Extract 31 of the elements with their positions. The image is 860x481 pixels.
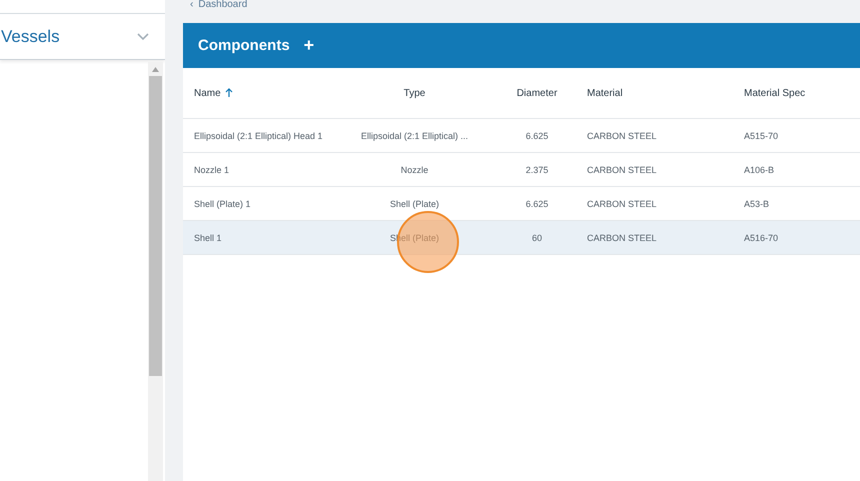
table-cell: Nozzle 1 bbox=[194, 164, 230, 174]
table-cell: CARBON STEEL bbox=[587, 232, 657, 242]
table-cell: 2.375 bbox=[526, 164, 548, 174]
table-cell: 60 bbox=[532, 232, 542, 242]
table-cell: Ellipsoidal (2:1 Elliptical) Head 1 bbox=[194, 130, 323, 140]
table-cell: CARBON STEEL bbox=[587, 130, 657, 140]
chevron-icon[interactable] bbox=[137, 32, 149, 40]
scroll-up-icon[interactable] bbox=[152, 67, 159, 72]
table-cell: Shell (Plate) bbox=[390, 198, 440, 208]
column-header[interactable]: Name bbox=[194, 88, 221, 98]
table-cell: CARBON STEEL bbox=[587, 164, 657, 174]
add-button[interactable]: + bbox=[304, 35, 314, 56]
table-cell: Nozzle bbox=[400, 164, 428, 174]
table-cell: A53-B bbox=[744, 198, 770, 208]
column-header[interactable]: Type bbox=[404, 88, 426, 98]
table-cell: A106-B bbox=[744, 164, 774, 174]
table-cell: A515-70 bbox=[744, 130, 778, 140]
table-cell: Shell 1 bbox=[194, 232, 222, 242]
column-header[interactable]: Material bbox=[587, 88, 623, 98]
table-cell: 6.625 bbox=[526, 130, 548, 140]
column-header[interactable]: Material Spec bbox=[744, 88, 806, 98]
table-cell: Shell (Plate) 1 bbox=[194, 198, 251, 208]
column-header[interactable]: Diameter bbox=[516, 88, 558, 98]
table-cell: 6.625 bbox=[526, 198, 548, 208]
table-cell: CARBON STEEL bbox=[587, 198, 657, 208]
breadcrumb-link[interactable]: ‹ Dashboard bbox=[183, 0, 860, 23]
table-cell: A516-70 bbox=[744, 232, 778, 242]
scrollbar[interactable] bbox=[148, 62, 163, 481]
panel-title: Components bbox=[198, 37, 290, 54]
sidebar-title: Vessels bbox=[1, 26, 60, 46]
table-cell: Ellipsoidal (2:1 Elliptical) ... bbox=[360, 130, 468, 140]
